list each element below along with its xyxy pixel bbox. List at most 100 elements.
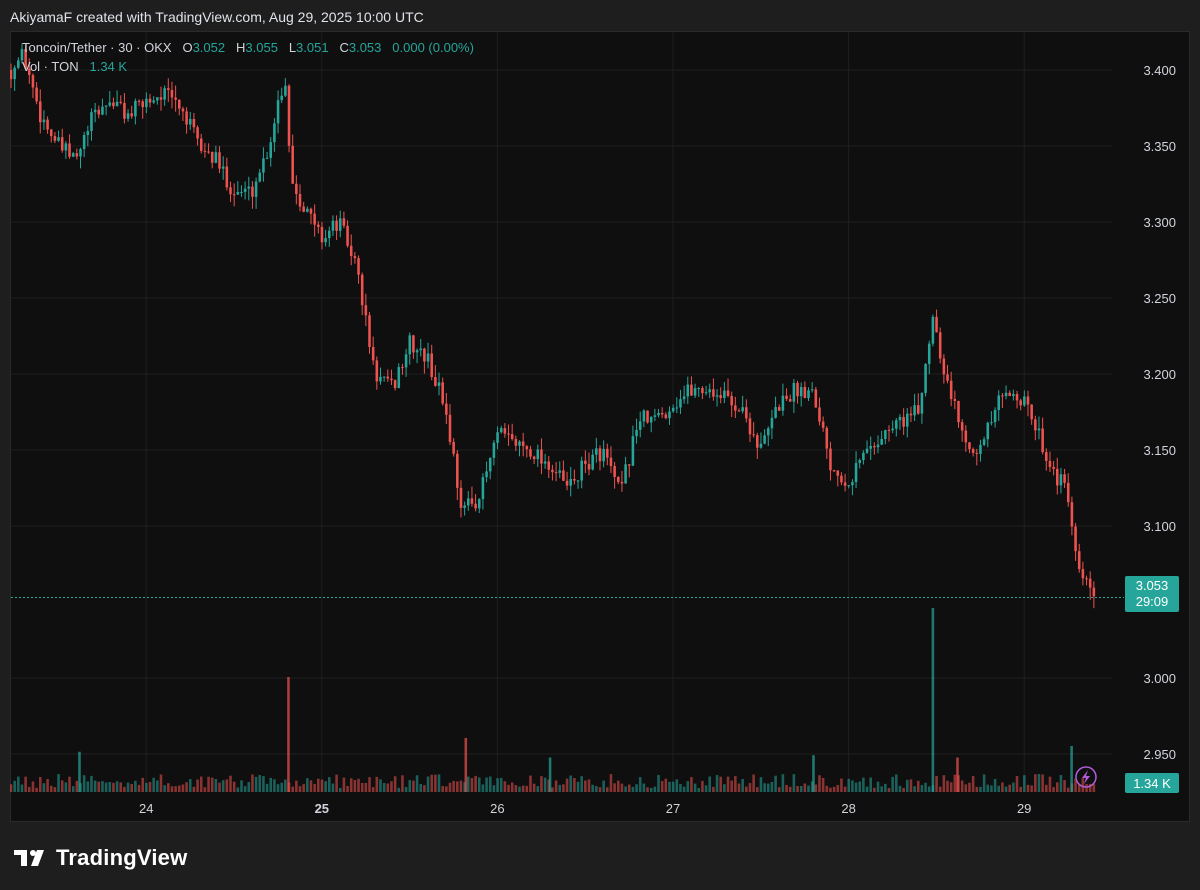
candle-body [1034,419,1037,431]
volume-tag-value: 1.34 K [1133,776,1171,791]
volume-bar [123,786,126,792]
candle-body [898,416,902,421]
volume-bar [298,786,302,792]
candle-body [591,454,594,470]
candle-body [668,411,671,419]
candle-body [167,88,170,90]
volume-bar [10,784,13,792]
candle-body [192,118,196,128]
volume-bar [862,777,865,792]
candle-body [42,119,46,123]
volume-bar [1008,784,1011,792]
volume-bar [741,779,744,792]
volume-bar [745,786,748,792]
volume-bar [309,780,313,792]
y-tick-label: 3.150 [1143,443,1176,458]
candle-body [507,433,510,435]
volume-bar [595,786,598,792]
volume-bar [832,786,836,792]
volume-bar [715,775,719,792]
volume-bar [295,780,298,792]
volume-bar [829,787,832,792]
candle-body [891,428,894,431]
candle-body [408,335,412,355]
candle-body [957,400,960,423]
tradingview-logo[interactable]: TradingView [14,843,187,873]
candle-body [521,441,525,447]
volume-bar [199,776,203,792]
candle-body [254,181,258,197]
candle-body [499,428,503,433]
volume-spike [548,757,552,792]
candle-body [382,376,386,378]
candle-body [119,101,123,103]
candle-body [664,414,668,419]
volume-bar [821,777,825,792]
candle-body [488,457,492,472]
candle-body [1041,428,1044,453]
candle-body [627,464,631,466]
volume-bar [682,786,686,792]
candle-body [719,395,722,399]
candle-body [375,360,379,382]
candle-body [1066,482,1070,503]
candle-body [123,102,126,119]
volume-bar [723,784,726,792]
volume-bar [627,784,631,792]
volume-bar [510,782,514,792]
volume-bar [997,785,1001,792]
candle-body [598,448,602,462]
volume-bar [335,774,338,792]
candle-body [924,363,927,393]
candle-body [525,446,529,450]
volume-bar [148,781,152,792]
volume-bar [360,783,364,792]
volume-bar [53,787,57,792]
volume-bar [452,780,455,792]
volume-bar [1055,782,1059,792]
volume-spike [78,751,81,792]
candle-body [1004,392,1008,396]
price-chart[interactable]: 3.400 3.350 3.300 3.250 3.200 3.150 3.100 3.000… [10,31,1190,822]
candle-body [276,100,280,124]
volume-bar [60,780,64,792]
candle-body [573,479,576,481]
candle-body [686,384,690,397]
candle-body [960,422,964,431]
candle-body [730,395,733,406]
volume-bar [499,777,503,792]
volume-bar [1063,780,1066,792]
volume-bar [262,776,265,792]
candle-body [68,143,71,157]
volume-bar [730,780,733,792]
candle-body [214,152,218,163]
volume-bar [474,775,477,792]
candle-body [386,376,390,379]
volume-bar [979,786,982,792]
volume-bar [840,778,843,792]
candle-body [485,471,488,478]
volume-bar [598,787,602,792]
candle-body [401,367,404,369]
candle-body [390,378,393,381]
candle-body [884,430,887,439]
candle-body [218,152,221,169]
candle-body [869,446,872,449]
candle-body [452,441,455,454]
candle-body [1070,502,1074,527]
candle-body [763,435,766,444]
candle-body [781,395,785,411]
volume-bar [119,782,123,792]
legend-change: 0.000 (0.00%) [392,40,474,55]
y-tick-label: 3.250 [1143,291,1176,306]
volume-bar [284,779,287,792]
candle-body [46,119,49,130]
candle-body [679,399,682,408]
volume-bar [115,781,119,792]
volume-bar [485,777,488,792]
candle-body [141,101,144,108]
volume-bar [895,774,898,792]
volume-bar [938,786,942,792]
volume-bar [646,787,649,792]
candle-body [949,380,953,400]
